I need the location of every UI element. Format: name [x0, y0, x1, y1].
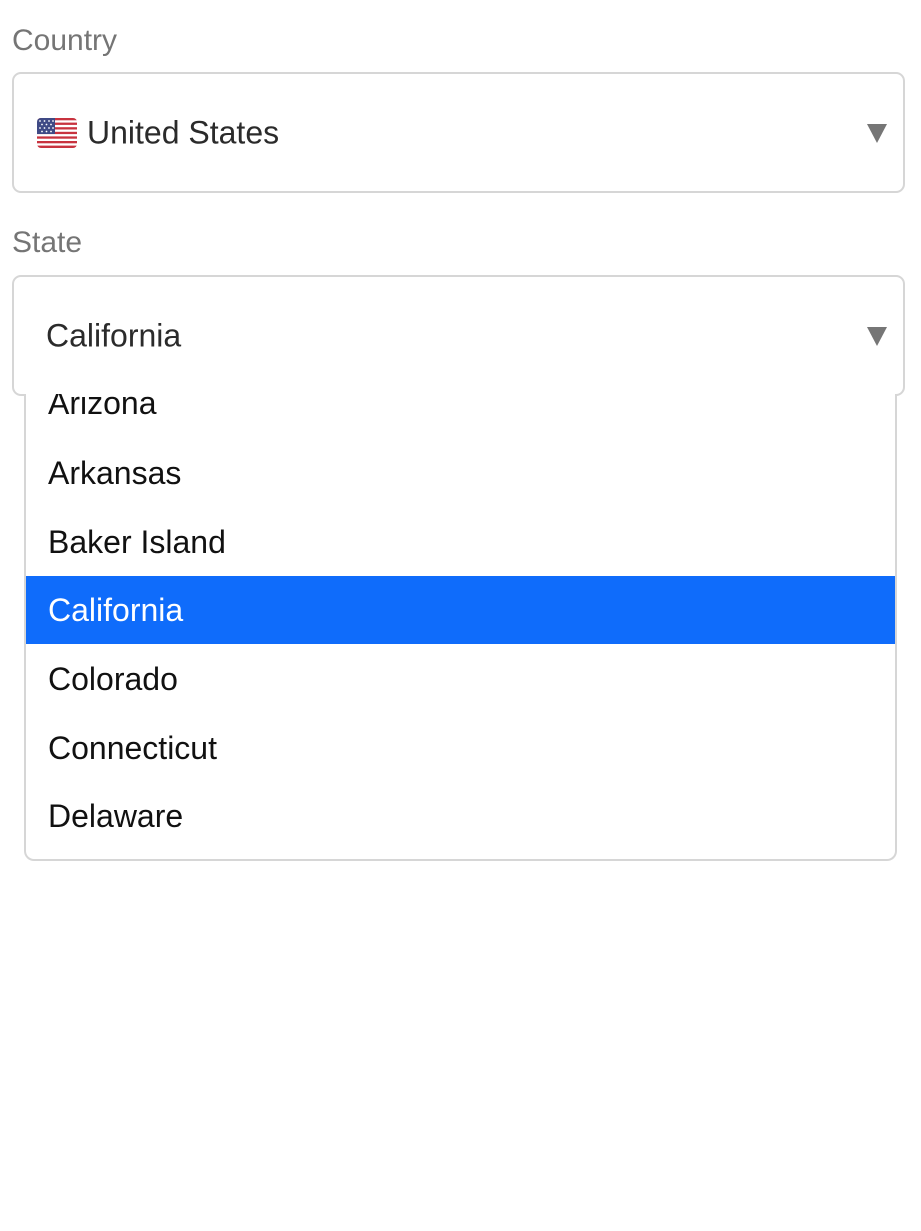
- state-dropdown-list[interactable]: Arizona Arkansas Baker Island California…: [24, 394, 897, 861]
- option-colorado[interactable]: Colorado: [26, 645, 895, 713]
- state-selected-value: California: [46, 317, 182, 353]
- option-connecticut[interactable]: Connecticut: [26, 714, 895, 782]
- option-arkansas[interactable]: Arkansas: [26, 439, 895, 507]
- chevron-down-icon: [867, 326, 887, 346]
- state-label: State: [12, 226, 83, 259]
- chevron-down-icon: [867, 123, 887, 143]
- country-select[interactable]: United States: [12, 72, 905, 193]
- option-california[interactable]: California: [26, 576, 895, 644]
- option-delaware[interactable]: Delaware: [26, 782, 895, 850]
- country-label: Country: [12, 24, 118, 57]
- us-flag-icon: [37, 117, 77, 148]
- option-baker-island[interactable]: Baker Island: [26, 508, 895, 576]
- state-select[interactable]: California: [12, 275, 905, 396]
- option-arizona[interactable]: Arizona: [26, 394, 895, 437]
- country-selected-value: United States: [87, 114, 280, 150]
